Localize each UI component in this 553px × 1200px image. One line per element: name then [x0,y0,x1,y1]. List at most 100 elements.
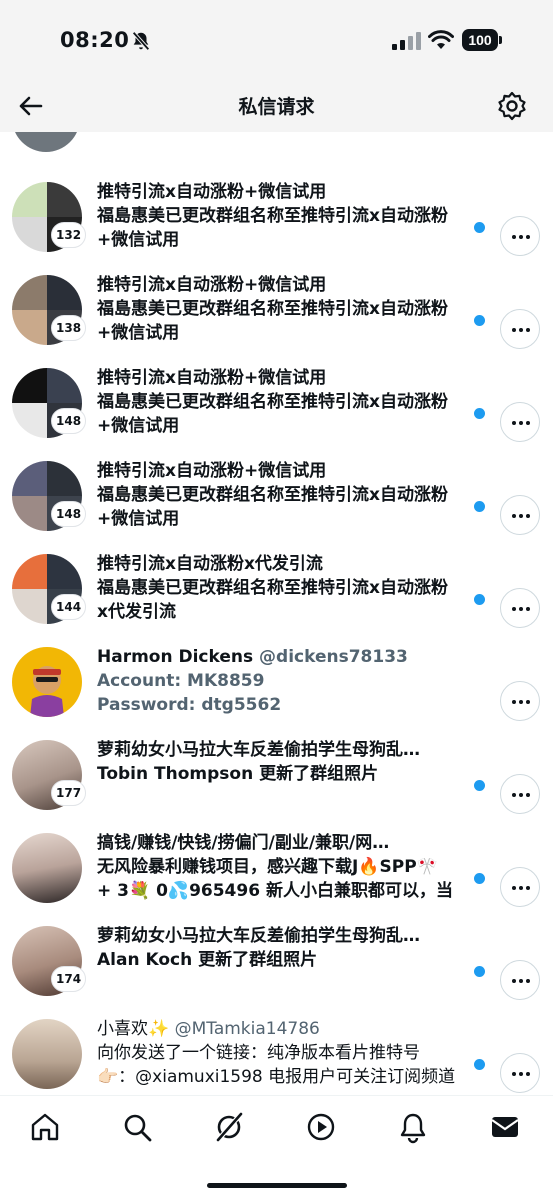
message-preview: 福島惠美已更改群组名称至推特引流x自动涨粉 [97,578,448,598]
more-options-button[interactable] [500,495,540,535]
member-count-badge: 174 [51,966,87,992]
member-count-badge: 148 [51,501,87,527]
notifications-icon[interactable] [396,1110,430,1144]
conversation-preview: 推特引流x自动涨粉+微信试用 福島惠美已更改群组名称至推特引流x自动涨粉 +微信… [97,459,489,531]
message-preview: +微信试用 [97,230,180,250]
conversation-preview: 小喜欢✨ @MTamkia14786 向你发送了一个链接：纯净版本看片推特号 👉… [97,1017,489,1089]
member-count-badge: 144 [51,594,87,620]
conversation-title: 推特引流x自动涨粉+微信试用 [97,368,327,388]
conversation-row[interactable]: 小喜欢✨ @MTamkia14786 向你发送了一个链接：纯净版本看片推特号 👉… [0,1009,553,1095]
message-preview: 福島惠美已更改群组名称至推特引流x自动涨粉 [97,392,448,412]
message-preview: +微信试用 [97,323,180,343]
message-preview: 👉🏻：@xiamuxi1598 电报用户可关注订阅频道 [97,1067,456,1087]
conversation-preview: Harmon Dickens @dickens78133 Account: MK… [97,645,489,717]
message-preview: Tobin Thompson 更新了群组照片 [97,762,489,786]
more-options-button[interactable] [500,774,540,814]
conversation-title: 推特引流x自动涨粉+微信试用 [97,461,327,481]
status-time: 08:20 [60,28,130,52]
member-count-badge: 138 [51,315,87,341]
more-options-button[interactable] [500,309,540,349]
message-preview: 无风险暴利赚钱项目，感兴趣下载J🔥SPP🎌 [97,857,438,877]
conversation-title: 推特引流x自动涨粉+微信试用 [97,182,327,202]
sender-line: Harmon Dickens @dickens78133 [97,645,489,669]
conversation-row[interactable]: Harmon Dickens @dickens78133 Account: MK… [0,637,553,729]
conversation-row[interactable]: 144 推特引流x自动涨粉x代发引流 福島惠美已更改群组名称至推特引流x自动涨粉… [0,544,553,636]
sender-name: Tobin Thompson [97,764,254,784]
member-count-badge: 177 [51,780,87,806]
member-count-badge: 148 [51,408,87,434]
unread-dot [474,501,485,512]
conversation-title: 推特引流x自动涨粉+微信试用 [97,275,327,295]
unread-dot [474,873,485,884]
conversation-preview: 萝莉幼女小马拉大车反差偷拍学生母狗乱… Tobin Thompson 更新了群组… [97,738,489,786]
wifi-icon [428,30,454,49]
unread-dot [474,780,485,791]
more-options-button[interactable] [500,588,540,628]
conversation-row[interactable]: 177 萝莉幼女小马拉大车反差偷拍学生母狗乱… Tobin Thompson 更… [0,730,553,822]
message-preview: +微信试用 [97,509,180,529]
message-preview: 向你发送了一个链接：纯净版本看片推特号 [97,1043,420,1063]
status-bar: 08:20 100 [0,0,553,80]
user-avatar[interactable] [12,1019,82,1089]
message-preview: 福島惠美已更改群组名称至推特引流x自动涨粉 [97,299,448,319]
conversation-preview: 推特引流x自动涨粉+微信试用 福島惠美已更改群组名称至推特引流x自动涨粉 +微信… [97,180,489,252]
page-title: 私信请求 [238,96,315,118]
cellular-signal-icon [392,32,422,50]
unread-dot [474,594,485,605]
unread-dot [474,222,485,233]
bell-muted-icon [132,31,150,51]
unread-dot [474,315,485,326]
conversation-row[interactable]: 132 推特引流x自动涨粉+微信试用 福島惠美已更改群组名称至推特引流x自动涨粉… [0,172,553,264]
conversation-title: 萝莉幼女小马拉大车反差偷拍学生母狗乱… [97,926,420,946]
more-options-button[interactable] [500,216,540,256]
event-text: 更新了群组照片 [192,950,318,970]
conversation-title: 萝莉幼女小马拉大车反差偷拍学生母狗乱… [97,740,420,760]
home-indicator[interactable] [207,1183,347,1188]
avatar[interactable] [12,132,80,152]
ape-avatar-icon [30,666,64,717]
conversation-row[interactable]: 148 推特引流x自动涨粉+微信试用 福島惠美已更改群组名称至推特引流x自动涨粉… [0,358,553,450]
message-preview: + 3💐 0💦965496 新人小白兼职都可以，当 [97,881,453,901]
top-bar: 私信请求 [0,80,553,132]
conversation-preview: 推特引流x自动涨粉+微信试用 福島惠美已更改群组名称至推特引流x自动涨粉 +微信… [97,366,489,438]
unread-dot [474,1059,485,1070]
more-options-button[interactable] [500,1053,540,1093]
battery-level: 100 [462,29,498,51]
sender-handle: @dickens78133 [259,647,408,667]
conversation-row[interactable]: 148 推特引流x自动涨粉+微信试用 福島惠美已更改群组名称至推特引流x自动涨粉… [0,451,553,543]
home-icon[interactable] [28,1110,62,1144]
more-options-button[interactable] [500,960,540,1000]
messages-icon[interactable] [488,1110,522,1144]
more-options-button[interactable] [500,402,540,442]
conversation-title: 搞钱/赚钱/快钱/捞偏门/副业/兼职/网… [97,833,390,853]
more-options-button[interactable] [500,681,540,721]
conversation-row[interactable]: 138 推特引流x自动涨粉+微信试用 福島惠美已更改群组名称至推特引流x自动涨粉… [0,265,553,357]
sender-handle: @MTamkia14786 [174,1019,320,1039]
search-icon[interactable] [120,1110,154,1144]
sender-name: Alan Koch [97,950,193,970]
video-icon[interactable] [304,1110,338,1144]
message-preview: 福島惠美已更改群组名称至推特引流x自动涨粉 [97,485,448,505]
group-avatar[interactable] [12,833,82,903]
grok-icon[interactable] [212,1110,246,1144]
sender-name: Harmon Dickens [97,647,254,667]
conversation-row[interactable]: 搞钱/赚钱/快钱/捞偏门/副业/兼职/网… 无风险暴利赚钱项目，感兴趣下载J🔥S… [0,823,553,915]
unread-dot [474,966,485,977]
conversation-row[interactable]: 174 萝莉幼女小马拉大车反差偷拍学生母狗乱… Alan Koch 更新了群组照… [0,916,553,1008]
conversation-preview: 萝莉幼女小马拉大车反差偷拍学生母狗乱… Alan Koch 更新了群组照片 [97,924,489,972]
unread-dot [474,408,485,419]
sender-name: 小喜欢✨ [97,1019,170,1039]
message-preview: Password: dtg5562 [97,695,282,715]
conversation-preview: 推特引流x自动涨粉+微信试用 福島惠美已更改群组名称至推特引流x自动涨粉 +微信… [97,273,489,345]
message-preview: x代发引流 [97,602,176,622]
conversation-preview: 推特引流x自动涨粉x代发引流 福島惠美已更改群组名称至推特引流x自动涨粉 x代发… [97,552,489,624]
message-preview: 福島惠美已更改群组名称至推特引流x自动涨粉 [97,206,448,226]
message-preview: Account: MK8859 [97,671,265,691]
message-requests-list[interactable]: 132 推特引流x自动涨粉+微信试用 福島惠美已更改群组名称至推特引流x自动涨粉… [0,132,553,1095]
member-count-badge: 132 [51,222,87,248]
message-preview: Alan Koch 更新了群组照片 [97,948,489,972]
settings-gear-icon[interactable] [496,90,528,122]
user-avatar[interactable] [12,647,82,717]
more-options-button[interactable] [500,867,540,907]
conversation-title: 推特引流x自动涨粉x代发引流 [97,554,323,574]
